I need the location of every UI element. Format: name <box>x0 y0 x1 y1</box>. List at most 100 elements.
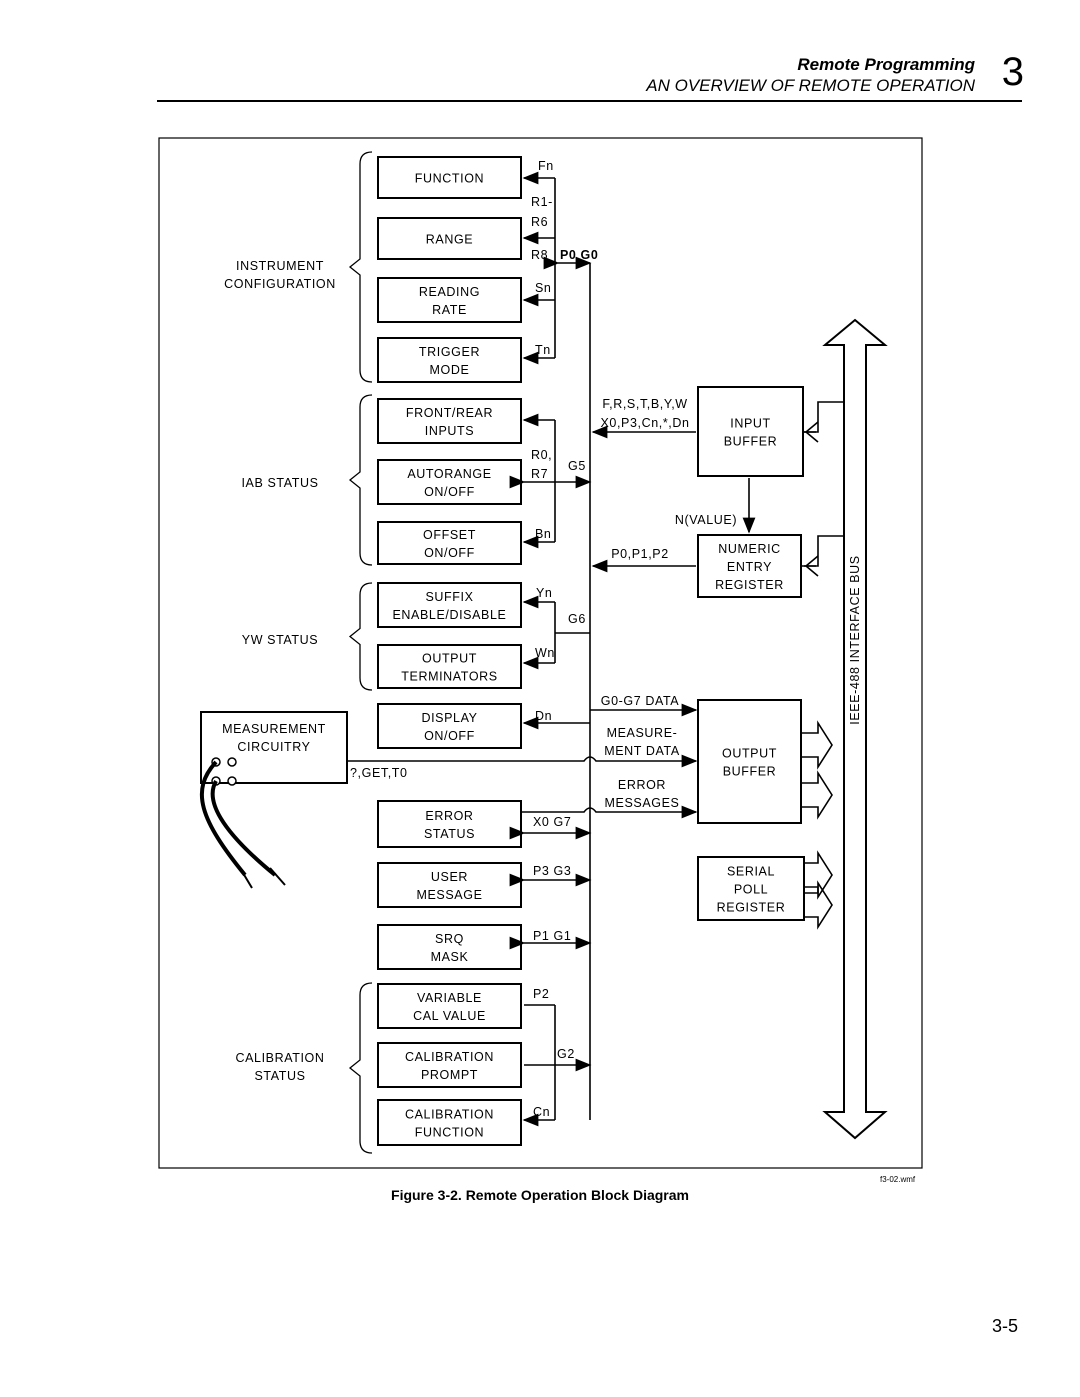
output-buffer-label: BUFFER <box>723 765 777 779</box>
block-reading-rate-label: READING <box>419 285 480 299</box>
bus-label: G6 <box>568 612 586 626</box>
block-autorange-on-off-label: ON/OFF <box>424 485 475 499</box>
bus-label: G5 <box>568 459 586 473</box>
command-label: G2 <box>557 1047 575 1061</box>
block-calibration-function-label: FUNCTION <box>415 1126 484 1140</box>
figure-filename: f3-02.wmf <box>880 1175 916 1184</box>
block-autorange-on-off-label: AUTORANGE <box>407 467 491 481</box>
bus-link-input <box>804 421 819 443</box>
bus-link-input <box>803 401 844 433</box>
iab-status-bracket <box>348 394 373 566</box>
block-front-rear-inputs-label: INPUTS <box>425 424 474 438</box>
page-number: 3-5 <box>991 1316 1018 1336</box>
command-label: Wn <box>535 646 555 660</box>
bus-link-numeric <box>804 555 819 577</box>
block-trigger-mode-label: TRIGGER <box>419 345 480 359</box>
block-offset-on-off-label: ON/OFF <box>424 546 475 560</box>
command-label: X0 G7 <box>533 815 571 829</box>
block-variable-cal-value-label: CAL VALUE <box>413 1009 486 1023</box>
block-srq-mask-label: MASK <box>431 950 469 964</box>
output-buffer <box>697 699 802 824</box>
command-label: R7 <box>531 467 548 481</box>
signal-label: F,R,S,T,B,Y,W <box>602 397 687 411</box>
iab-status-label: IAB STATUS <box>241 476 318 490</box>
command-label: Fn <box>538 159 554 173</box>
block-trigger-mode-label: MODE <box>430 363 470 377</box>
instrument-configuration-label: INSTRUMENT <box>236 259 324 273</box>
input-buffer-label: INPUT <box>730 417 771 431</box>
bus-label: P0 G0 <box>560 248 598 262</box>
bus-link-numeric <box>801 535 844 567</box>
measurement-label: MEASUREMENT <box>222 722 326 736</box>
ieee-488-bus-arrow <box>822 318 888 1140</box>
block-calibration-function-label: CALIBRATION <box>405 1108 494 1122</box>
input-buffer <box>697 386 804 477</box>
block-range-label: RANGE <box>426 233 473 247</box>
command-label: P1 G1 <box>533 929 571 943</box>
block-front-rear-inputs-label: FRONT/REAR <box>406 406 493 420</box>
block-calibration-prompt-label: PROMPT <box>421 1068 478 1082</box>
instrument-configuration-label: CONFIGURATION <box>224 277 336 291</box>
block-suffix-enable-disable-label: ENABLE/DISABLE <box>392 608 506 622</box>
block-srq-mask-label: SRQ <box>435 932 464 946</box>
yw-status-bracket <box>348 582 373 691</box>
serial-poll-register-label: REGISTER <box>717 901 786 915</box>
calibration-status-label: CALIBRATION <box>235 1051 324 1065</box>
input-buffer-label: BUFFER <box>724 435 778 449</box>
block-output-terminators-label: TERMINATORS <box>401 670 497 684</box>
command-label: R6 <box>531 215 548 229</box>
block-reading-rate-label: RATE <box>432 303 467 317</box>
command-label: P3 G3 <box>533 864 571 878</box>
numeric-entry-register-label: NUMERIC <box>718 542 781 556</box>
signal-label: MEASURE- <box>607 726 678 740</box>
test-lead-icon <box>210 780 277 877</box>
block-output-terminators-label: OUTPUT <box>422 652 477 666</box>
block-offset-on-off-label: OFFSET <box>423 528 476 542</box>
signal-label: MESSAGES <box>605 796 680 810</box>
block-variable-cal-value-label: VARIABLE <box>417 991 482 1005</box>
bus-link-out1 <box>801 720 833 770</box>
calibration-status-label: STATUS <box>254 1069 305 1083</box>
figure-caption: Figure 3-2. Remote Operation Block Diagr… <box>391 1187 689 1203</box>
block-user-message-label: MESSAGE <box>416 888 482 902</box>
bus-link-out2 <box>801 770 833 820</box>
input-jack-icon <box>227 776 237 786</box>
serial-poll-register-label: POLL <box>734 883 768 897</box>
yw-status-label: YW STATUS <box>242 633 318 647</box>
block-error-status-label: STATUS <box>424 827 475 841</box>
command-label: Yn <box>536 586 553 600</box>
input-jack-icon <box>227 757 237 767</box>
signal-label: N(VALUE) <box>675 513 737 527</box>
block-user-message-label: USER <box>431 870 468 884</box>
block-function-label: FUNCTION <box>415 172 484 186</box>
manual-page: Remote Programming AN OVERVIEW OF REMOTE… <box>0 0 1080 1397</box>
instrument-configuration-bracket <box>348 151 373 383</box>
signal-label: ERROR <box>618 778 666 792</box>
signal-label: G0-G7 DATA <box>601 694 680 708</box>
command-label: Dn <box>535 709 552 723</box>
command-label: R1- <box>531 195 553 209</box>
signal-label: ?,GET,T0 <box>350 766 408 780</box>
block-suffix-enable-disable-label: SUFFIX <box>425 590 473 604</box>
command-label: Bn <box>535 527 552 541</box>
signal-label: P0,P1,P2 <box>611 547 669 561</box>
serial-poll-register-label: SERIAL <box>727 865 775 879</box>
calibration-status-bracket <box>348 982 373 1154</box>
measurement-label: CIRCUITRY <box>237 740 310 754</box>
signal-label: X0,P3,Cn,*,Dn <box>600 416 689 430</box>
output-buffer-label: OUTPUT <box>722 747 777 761</box>
signal-label: MENT DATA <box>604 744 680 758</box>
command-label: P2 <box>533 987 550 1001</box>
numeric-entry-register-label: ENTRY <box>727 560 772 574</box>
command-label: Sn <box>535 281 552 295</box>
bus-link-poll2 <box>804 880 833 930</box>
numeric-entry-register-label: REGISTER <box>715 578 784 592</box>
command-label: R8 <box>531 248 548 262</box>
command-label: Tn <box>535 343 551 357</box>
command-label: R0, <box>531 448 552 462</box>
block-display-on-off-label: ON/OFF <box>424 729 475 743</box>
block-calibration-prompt-label: CALIBRATION <box>405 1050 494 1064</box>
probe-tip-icon <box>239 867 286 889</box>
block-display-on-off-label: DISPLAY <box>421 711 477 725</box>
block-error-status-label: ERROR <box>425 809 473 823</box>
